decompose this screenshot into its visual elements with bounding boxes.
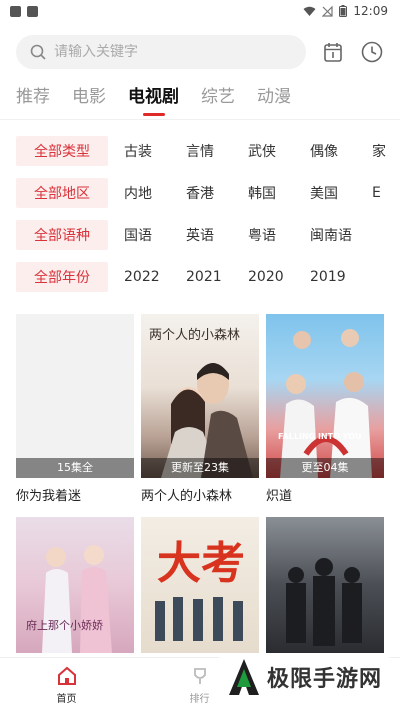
poster-title-art: FALLING INTO YOU [278, 432, 362, 441]
watermark-logo [228, 659, 259, 695]
filter-option[interactable]: 家 [372, 141, 400, 161]
clock-time: 12:09 [353, 4, 388, 18]
filter-chip-all-years[interactable]: 全部年份 [16, 262, 108, 292]
poster-image: FALLING INTO YOU 更至04集 [266, 314, 384, 478]
filter-row-region: 全部地区 内地 香港 韩国 美国 E [16, 172, 400, 214]
poster-title-art: 府上那个小娇娇 [26, 619, 103, 632]
episode-badge: 15集全 [16, 458, 134, 478]
tab-tv-series[interactable]: 电视剧 [128, 86, 179, 108]
filter-option[interactable]: 古装 [124, 141, 186, 161]
filter-row-language: 全部语种 国语 英语 粤语 闽南语 [16, 214, 400, 256]
show-card[interactable]: 15集全 你为我着迷 [16, 314, 134, 504]
episode-badge: 更至04集 [266, 458, 384, 478]
episode-badge: 更新至23集 [141, 458, 259, 478]
show-title: 你为我着迷 [16, 489, 82, 504]
show-card[interactable]: 府上那个小娇娇 [16, 517, 134, 653]
filter-option[interactable]: 香港 [186, 183, 248, 203]
show-card[interactable]: 两个人的小森林 更新至23集 两个人的小森林 [141, 314, 259, 504]
filter-option[interactable]: 粤语 [248, 225, 310, 245]
nav-ranking-label: 排行 [189, 693, 210, 705]
nav-home-label: 首页 [56, 693, 77, 705]
filter-chip-all-types[interactable]: 全部类型 [16, 136, 108, 166]
filter-option[interactable]: E [372, 185, 400, 201]
poster-image: 15集全 [16, 314, 134, 478]
show-card[interactable] [266, 517, 384, 653]
show-title: 炽道 [266, 489, 293, 504]
filter-option[interactable]: 2021 [186, 269, 248, 285]
watermark: 极限手游网 [218, 653, 390, 701]
home-icon [57, 666, 76, 685]
status-bar: 12:09 [0, 0, 400, 22]
calendar-icon[interactable] [322, 40, 344, 64]
history-clock-icon[interactable] [360, 40, 384, 64]
filter-option[interactable]: 言情 [186, 141, 248, 161]
filter-row-year: 全部年份 2022 2021 2020 2019 [16, 256, 400, 298]
search-input[interactable] [54, 44, 264, 60]
search-row [0, 22, 400, 74]
category-tabs: 推荐 电影 电视剧 综艺 动漫 [0, 74, 400, 120]
filter-option[interactable]: 英语 [186, 225, 248, 245]
tab-variety[interactable]: 综艺 [201, 86, 235, 108]
battery-icon [339, 5, 348, 17]
filter-option[interactable]: 闽南语 [310, 225, 372, 245]
filter-panel: 全部类型 古装 言情 武侠 偶像 家 全部地区 内地 香港 韩国 美国 E 全部… [0, 120, 400, 298]
tab-recommend[interactable]: 推荐 [16, 86, 50, 108]
poster-title-art: 两个人的小森林 [149, 328, 241, 343]
filter-option[interactable]: 武侠 [248, 141, 310, 161]
filter-chip-all-regions[interactable]: 全部地区 [16, 178, 108, 208]
no-signal-icon [322, 5, 334, 17]
search-bar[interactable] [16, 35, 306, 69]
poster-image: 大考 [141, 517, 259, 653]
poster-image [266, 517, 384, 653]
nav-home[interactable]: 首页 [0, 658, 133, 711]
filter-option[interactable]: 2019 [310, 269, 372, 285]
filter-option[interactable]: 偶像 [310, 141, 372, 161]
show-card[interactable]: 大考 [141, 517, 259, 653]
tab-movie[interactable]: 电影 [72, 86, 106, 108]
watermark-text: 极限手游网 [266, 667, 382, 692]
filter-row-type: 全部类型 古装 言情 武侠 偶像 家 [16, 130, 400, 172]
ranking-icon [193, 667, 206, 684]
poster-image: 两个人的小森林 更新至23集 [141, 314, 259, 478]
filter-option[interactable]: 2020 [248, 269, 310, 285]
poster-title-art: 大考 [157, 538, 245, 589]
show-card[interactable]: FALLING INTO YOU 更至04集 炽道 [266, 314, 384, 504]
filter-option[interactable]: 韩国 [248, 183, 310, 203]
tab-anime[interactable]: 动漫 [257, 86, 291, 108]
filter-option[interactable]: 美国 [310, 183, 372, 203]
filter-option[interactable]: 2022 [124, 269, 186, 285]
app-notification-icon [27, 5, 38, 17]
show-title: 两个人的小森林 [141, 489, 233, 504]
filter-option[interactable]: 内地 [124, 183, 186, 203]
wifi-icon [303, 6, 316, 16]
poster-image: 府上那个小娇娇 [16, 517, 134, 653]
filter-option[interactable]: 国语 [124, 225, 186, 245]
show-grid: 15集全 你为我着迷 两个人的小森林 更新至23集 两个人的小森林 FALLIN… [0, 298, 400, 667]
filter-chip-all-languages[interactable]: 全部语种 [16, 220, 108, 250]
image-notification-icon [10, 5, 21, 17]
search-icon [30, 44, 46, 60]
